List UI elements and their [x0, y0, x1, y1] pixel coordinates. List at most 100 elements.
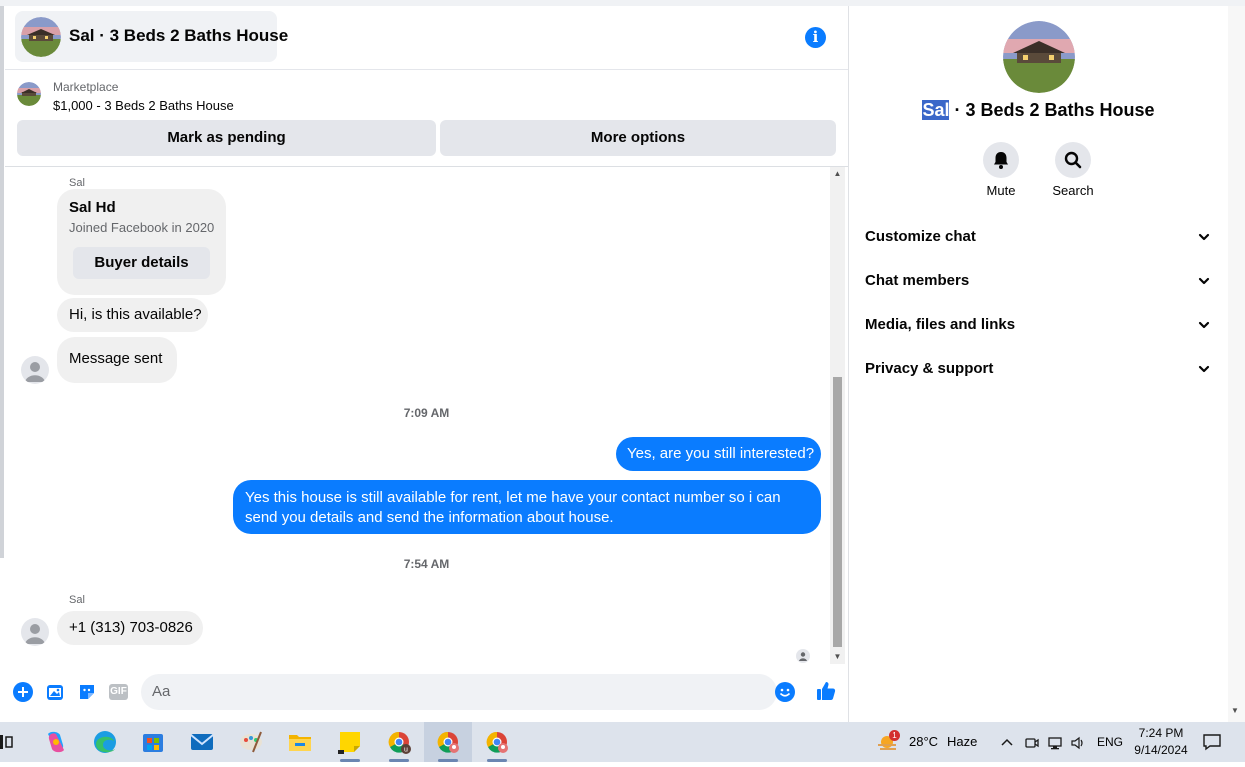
taskbar-chrome-profile-3[interactable] — [477, 722, 517, 762]
network-icon[interactable] — [1047, 735, 1063, 751]
read-receipt-icon — [796, 649, 810, 663]
sticky-notes-icon — [338, 732, 360, 754]
message-text: Yes this house is still available for re… — [245, 489, 781, 526]
mute-button[interactable] — [983, 142, 1019, 178]
sender-name: Sal — [69, 594, 85, 606]
taskbar-edge[interactable] — [85, 722, 125, 762]
sender-avatar[interactable] — [21, 356, 49, 384]
store-icon — [143, 734, 163, 752]
taskbar-chrome-profile-1[interactable]: u — [379, 722, 419, 762]
scroll-thumb[interactable] — [833, 377, 842, 647]
message-bubble[interactable]: Message sent — [57, 337, 177, 383]
clock-date: 9/14/2024 — [1134, 743, 1188, 757]
chrome-icon — [437, 731, 459, 753]
folder-icon — [289, 735, 311, 751]
conversation-name: Sal · 3 Beds 2 Baths House — [849, 100, 1228, 121]
chevron-down-icon — [1198, 365, 1210, 373]
buyer-details-button[interactable]: Buyer details — [73, 247, 210, 279]
composer-bar: GIF Aa — [5, 666, 848, 722]
message-bubble-outgoing[interactable]: Yes this house is still available for re… — [233, 480, 821, 534]
message-text: Yes, are you still interested? — [627, 445, 815, 462]
buyer-joined: Joined Facebook in 2020 — [69, 220, 215, 235]
left-edge-bar — [0, 6, 4, 558]
menu-label: Customize chat — [865, 228, 976, 245]
taskbar-chrome-profile-2[interactable] — [424, 722, 472, 762]
gif-icon[interactable]: GIF — [109, 684, 128, 700]
bell-icon — [994, 152, 1008, 169]
message-text: +1 (313) 703-0826 — [69, 619, 193, 636]
taskbar-sticky-notes[interactable] — [330, 722, 370, 762]
search-icon — [1064, 151, 1082, 169]
conversation-avatar[interactable] — [1003, 21, 1075, 93]
customize-chat-row[interactable]: Customize chat — [865, 216, 1213, 260]
photo-icon[interactable] — [45, 682, 65, 702]
conversation-details-panel: Sal · 3 Beds 2 Baths House Mute Search C… — [849, 6, 1228, 722]
chrome-icon — [486, 731, 508, 753]
taskbar-copilot[interactable] — [36, 722, 76, 762]
chat-members-row[interactable]: Chat members — [865, 260, 1213, 304]
message-input-placeholder: Aa — [152, 683, 171, 700]
conversation-title-button[interactable]: Sal · 3 Beds 2 Baths House — [15, 11, 288, 62]
volume-icon[interactable] — [1070, 735, 1086, 751]
chevron-down-icon — [1198, 321, 1210, 329]
plus-icon[interactable] — [13, 682, 33, 702]
windows-taskbar: u 1 28°C Haze ENG 7:24 PM 9/14/2024 — [0, 722, 1245, 762]
copilot-icon — [48, 731, 64, 753]
message-bubble[interactable]: +1 (313) 703-0826 — [57, 611, 203, 645]
notifications-icon[interactable] — [1202, 733, 1222, 751]
mark-as-pending-button[interactable]: Mark as pending — [17, 120, 436, 156]
listing-thumbnail[interactable] — [17, 82, 41, 106]
listing-title[interactable]: $1,000 - 3 Beds 2 Baths House — [53, 98, 234, 113]
media-files-links-row[interactable]: Media, files and links — [865, 304, 1213, 348]
privacy-support-row[interactable]: Privacy & support — [865, 348, 1213, 392]
message-input[interactable]: Aa — [141, 674, 795, 710]
sender-avatar[interactable] — [21, 618, 49, 646]
taskbar-file-explorer[interactable] — [280, 722, 320, 762]
message-text: Message sent — [69, 350, 163, 367]
chevron-down-icon — [1198, 277, 1210, 285]
marketplace-bar: Marketplace $1,000 - 3 Beds 2 Baths Hous… — [5, 70, 848, 167]
clock[interactable]: 7:24 PM 9/14/2024 — [1133, 725, 1189, 759]
clock-time: 7:24 PM — [1138, 726, 1184, 740]
scroll-down-arrow[interactable]: ▼ — [830, 652, 845, 661]
search-button[interactable] — [1055, 142, 1091, 178]
message-bubble[interactable]: Hi, is this available? — [57, 298, 208, 332]
weather-badge: 1 — [889, 730, 900, 741]
message-list: Sal Sal Hd Joined Facebook in 2020 Buyer… — [5, 167, 848, 664]
task-view-icon[interactable] — [0, 734, 14, 750]
buyer-name: Sal Hd — [69, 199, 116, 216]
paint-icon — [240, 731, 262, 753]
weather-condition[interactable]: Haze — [947, 734, 977, 749]
message-bubble-outgoing[interactable]: Yes, are you still interested? — [616, 437, 821, 471]
name-rest-text: · 3 Beds 2 Baths House — [949, 100, 1155, 120]
search-label: Search — [1052, 183, 1094, 198]
emoji-icon[interactable] — [775, 682, 795, 702]
mail-icon — [190, 734, 214, 750]
input-language[interactable]: ENG — [1097, 735, 1123, 749]
thumbs-up-icon[interactable] — [815, 680, 837, 702]
sticker-icon[interactable] — [77, 682, 97, 702]
message-scrollbar[interactable]: ▲ ▼ — [830, 167, 845, 664]
selected-name-text: Sal — [922, 100, 950, 120]
scroll-up-arrow[interactable]: ▲ — [830, 169, 845, 178]
chrome-icon: u — [388, 731, 411, 754]
conversation-title: Sal · 3 Beds 2 Baths House — [69, 26, 289, 45]
menu-label: Chat members — [865, 272, 970, 289]
menu-label: Privacy & support — [865, 360, 994, 377]
meet-now-icon[interactable] — [1024, 735, 1040, 751]
timestamp: 7:09 AM — [403, 406, 450, 420]
edge-icon — [94, 731, 116, 753]
taskbar-mail[interactable] — [182, 722, 222, 762]
taskbar-store[interactable] — [133, 722, 173, 762]
mute-label: Mute — [986, 183, 1016, 198]
info-icon[interactable]: i — [805, 27, 826, 48]
page-scroll-down-arrow[interactable]: ▼ — [1231, 706, 1239, 715]
temperature[interactable]: 28°C — [909, 734, 938, 749]
timestamp: 7:54 AM — [403, 557, 450, 571]
chevron-up-icon[interactable] — [1000, 736, 1014, 748]
page-scrollbar[interactable]: ▼ — [1228, 6, 1245, 722]
house-avatar — [21, 17, 61, 57]
taskbar-paint[interactable] — [231, 722, 271, 762]
more-options-button[interactable]: More options — [440, 120, 836, 156]
menu-label: Media, files and links — [865, 316, 1016, 333]
